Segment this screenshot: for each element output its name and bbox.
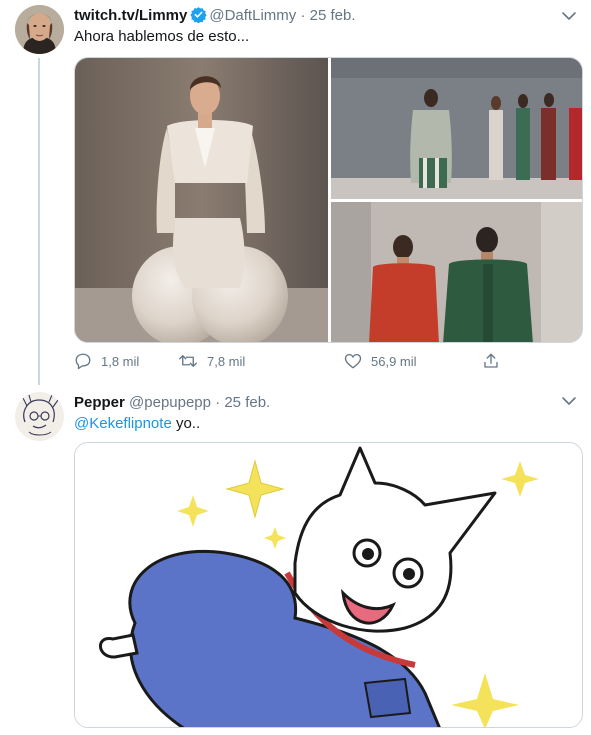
tweet-limmy[interactable]: twitch.tv/Limmy @DaftLimmy · 25 feb. Ahor… [0,0,591,385]
tweet-text: Ahora hablemos de esto... [74,28,250,45]
chevron-down-icon[interactable] [559,391,579,411]
avatar-pepper[interactable] [15,392,64,441]
share-button[interactable] [482,352,509,370]
retweet-count: 7,8 mil [207,353,246,369]
photo-runway-suits[interactable] [331,202,582,342]
tweet-actions: 1,8 mil 7,8 mil 56,9 mil [74,352,504,374]
reply-button[interactable]: 1,8 mil [74,352,139,370]
tweet-text-body: yo.. [171,415,201,432]
date-separator: · [300,7,306,24]
photo-runway-lineup[interactable] [331,58,582,199]
heart-icon [344,353,362,369]
reply-count: 1,8 mil [101,353,140,369]
tweet-date[interactable]: 25 feb. [224,394,270,411]
reply-icon [75,353,91,370]
thread-line [38,58,40,385]
photo-flipnote-cat[interactable] [74,442,583,728]
tweet-header: Pepper @pepupepp · 25 feb. [74,393,270,413]
author-handle[interactable]: @DaftLimmy [209,7,296,24]
like-count: 56,9 mil [371,353,417,369]
photo-runway-cream[interactable] [75,58,328,342]
retweet-icon [179,355,197,367]
tweet-header: twitch.tv/Limmy @DaftLimmy · 25 feb. [74,6,355,29]
mention-link[interactable]: @Kekeflipnote [74,415,172,432]
author-handle[interactable]: @pepupepp [129,394,211,411]
tweet-pepper[interactable]: Pepper @pepupepp · 25 feb. @Kekeflipnote… [0,380,591,735]
like-button[interactable]: 56,9 mil [344,352,417,370]
chevron-down-icon[interactable] [559,6,579,26]
retweet-button[interactable]: 7,8 mil [178,352,245,370]
date-separator: · [215,394,221,411]
avatar-limmy[interactable] [15,5,64,54]
tweet-date[interactable]: 25 feb. [310,7,356,24]
media-grid [74,57,583,343]
author-name[interactable]: Pepper [74,394,125,411]
share-icon [484,353,498,368]
tweet-text: @Kekeflipnote yo.. [74,414,200,434]
verified-badge-icon [190,6,208,29]
author-name[interactable]: twitch.tv/Limmy [74,7,187,24]
